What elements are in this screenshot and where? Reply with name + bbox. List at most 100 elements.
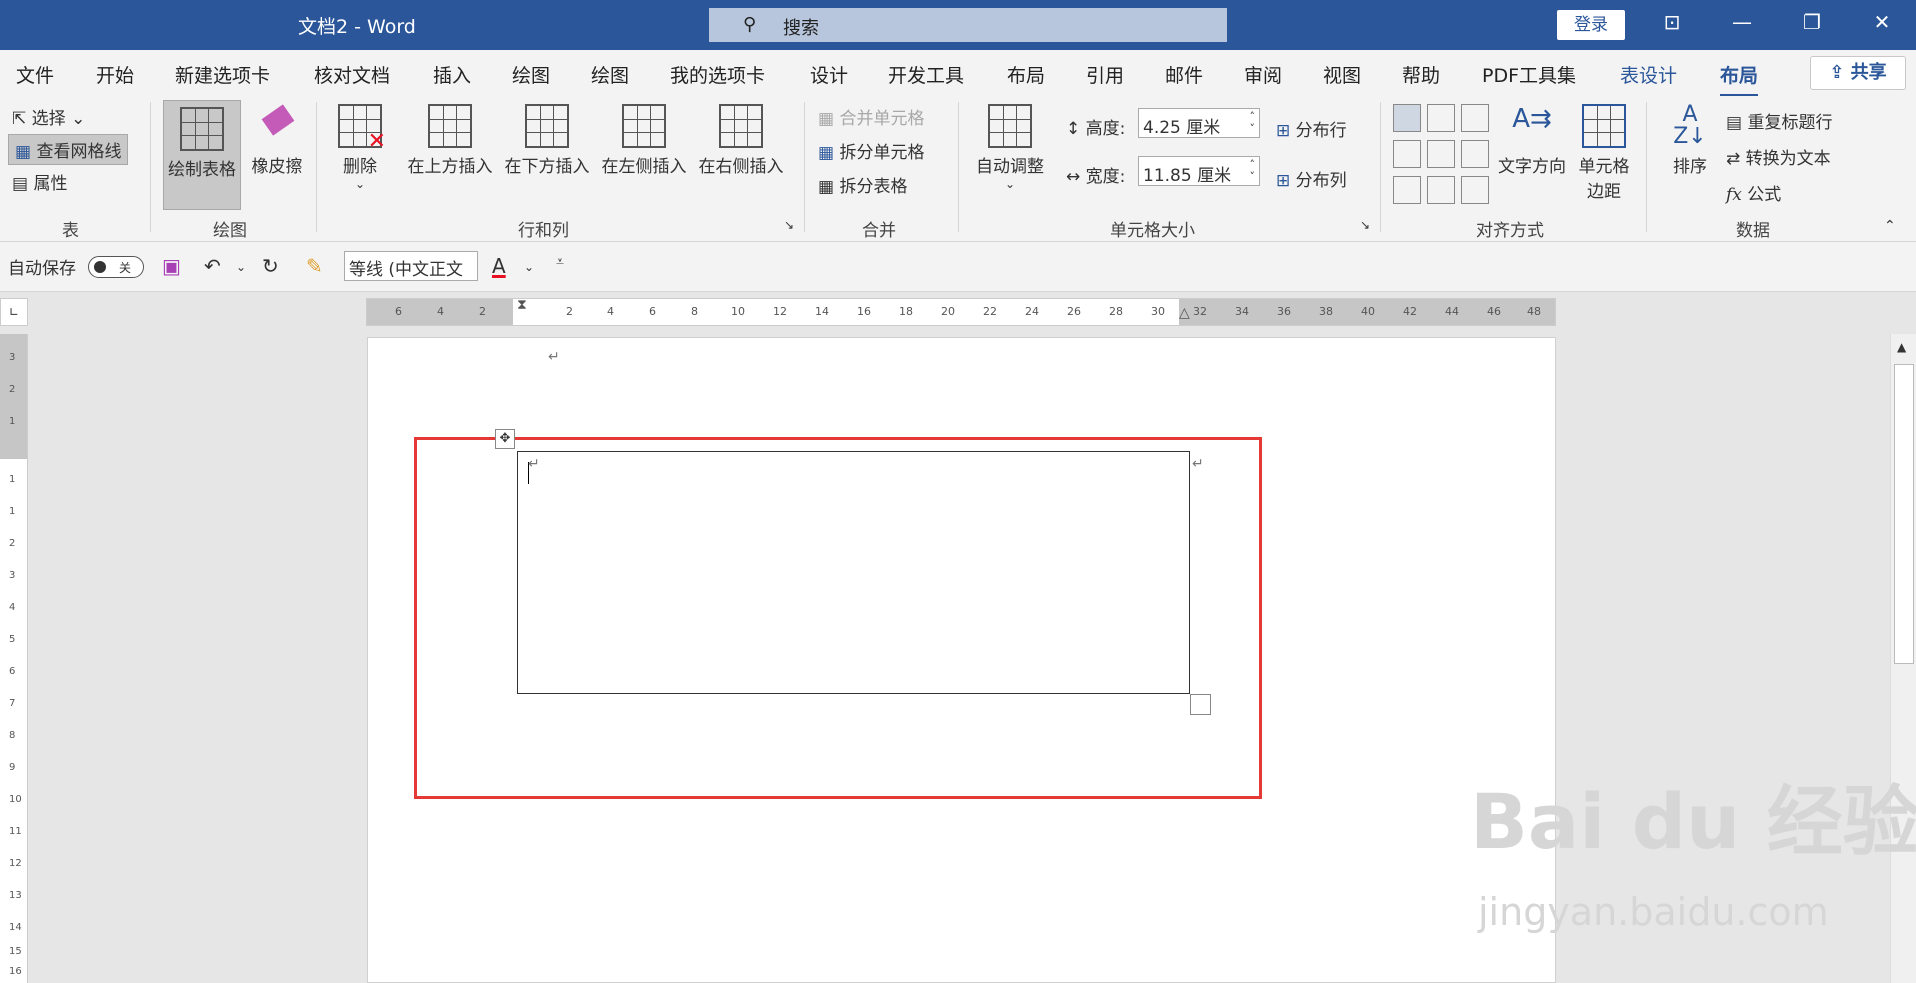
- align-bottom-left-icon[interactable]: [1393, 176, 1421, 204]
- align-top-center-icon[interactable]: [1427, 104, 1455, 132]
- spinner-icon[interactable]: ˄ ˅: [1250, 111, 1256, 135]
- save-icon[interactable]: ▣: [162, 254, 181, 278]
- group-label-cell-size: 单元格大小: [1110, 221, 1195, 241]
- width-input[interactable]: 11.85 厘米 ˄ ˅: [1138, 156, 1260, 186]
- text-direction-button[interactable]: A⇉ 文字方向: [1494, 104, 1570, 177]
- align-middle-left-icon[interactable]: [1393, 140, 1421, 168]
- document-table[interactable]: ↵: [517, 451, 1190, 694]
- login-button[interactable]: 登录: [1557, 10, 1625, 40]
- scroll-up-icon[interactable]: ▲: [1897, 340, 1906, 354]
- tab-home[interactable]: 开始: [96, 61, 134, 88]
- insert-below-button[interactable]: 在下方插入: [500, 104, 594, 177]
- window-title: 文档2 - Word: [298, 16, 416, 38]
- select-button[interactable]: ⇱ 选择 ⌄: [12, 104, 85, 129]
- tab-draw-1[interactable]: 绘图: [512, 61, 550, 88]
- chevron-down-icon[interactable]: ⌄: [524, 260, 534, 274]
- horizontal-ruler[interactable]: 6 4 2 2 4 6 8 10 12 14 16 18 20 22 24 26…: [366, 297, 1556, 326]
- align-bottom-right-icon[interactable]: [1461, 176, 1489, 204]
- insert-above-button[interactable]: 在上方插入: [403, 104, 497, 177]
- tab-help[interactable]: 帮助: [1402, 61, 1440, 88]
- convert-to-text-button[interactable]: ⇄ 转换为文本: [1726, 144, 1831, 169]
- ruler-tick: 48: [1527, 305, 1541, 318]
- tab-developer[interactable]: 开发工具: [888, 61, 964, 88]
- restore-icon[interactable]: ❐: [1792, 10, 1832, 34]
- redo-icon[interactable]: ↻: [262, 254, 279, 278]
- ruler-tick: 8: [9, 730, 16, 741]
- tab-references[interactable]: 引用: [1086, 61, 1124, 88]
- properties-button[interactable]: ▤ 属性: [12, 169, 67, 194]
- ruler-tick: 6: [9, 666, 16, 677]
- cell-end-mark: ↵: [528, 456, 540, 472]
- split-cells-button[interactable]: ▦ 拆分单元格: [818, 138, 924, 163]
- vertical-scrollbar[interactable]: ▲: [1890, 334, 1916, 983]
- format-painter-icon[interactable]: ✎: [306, 254, 323, 278]
- view-gridlines-button[interactable]: ▦ 查看网格线: [8, 134, 129, 165]
- insert-left-button[interactable]: 在左侧插入: [597, 104, 691, 177]
- draw-table-button[interactable]: 绘制表格: [163, 100, 241, 210]
- insert-left-icon: [622, 104, 666, 148]
- repeat-header-rows-button[interactable]: ▤ 重复标题行: [1726, 108, 1832, 133]
- align-middle-center-icon[interactable]: [1427, 140, 1455, 168]
- tab-new-tab[interactable]: 新建选项卡: [175, 61, 270, 88]
- tab-page-layout[interactable]: 布局: [1007, 61, 1045, 88]
- merge-cells-icon: ▦: [818, 109, 840, 129]
- search-box[interactable]: ⚲ 搜索: [709, 8, 1227, 42]
- delete-button[interactable]: ✕ 删除 ⌄: [330, 104, 390, 191]
- tab-pdf-tools[interactable]: PDF工具集: [1482, 61, 1576, 88]
- tab-insert[interactable]: 插入: [433, 61, 471, 88]
- tab-review[interactable]: 审阅: [1244, 61, 1282, 88]
- ruler-tick: 6: [395, 305, 402, 318]
- ruler-tick: 34: [1235, 305, 1249, 318]
- formula-icon: fx: [1726, 185, 1742, 205]
- distribute-columns-button[interactable]: ⊞ 分布列: [1276, 166, 1347, 191]
- ruler-tick: 5: [9, 634, 16, 645]
- sort-button[interactable]: A Z↓ 排序: [1660, 104, 1720, 178]
- close-icon[interactable]: ✕: [1862, 10, 1902, 34]
- share-button[interactable]: ⇪ 共享: [1810, 56, 1906, 90]
- font-name-select[interactable]: 等线 (中文正文: [344, 251, 478, 281]
- height-input[interactable]: 4.25 厘米 ˄ ˅: [1138, 108, 1260, 138]
- cell-margins-button[interactable]: 单元格 边距: [1572, 104, 1636, 202]
- formula-button[interactable]: fx 公式: [1726, 180, 1781, 205]
- tab-file[interactable]: 文件: [16, 61, 54, 88]
- tab-design[interactable]: 设计: [810, 61, 848, 88]
- merge-cells-button[interactable]: ▦ 合并单元格: [818, 104, 924, 129]
- align-top-left-icon[interactable]: [1393, 104, 1421, 132]
- tab-draw-2[interactable]: 绘图: [591, 61, 629, 88]
- tab-check-document[interactable]: 核对文档: [314, 61, 390, 88]
- insert-right-button[interactable]: 在右侧插入: [694, 104, 788, 177]
- ruler-tick: 16: [9, 966, 22, 977]
- collapse-ribbon-icon[interactable]: ⌃: [1884, 218, 1896, 234]
- spinner-icon[interactable]: ˄ ˅: [1250, 159, 1256, 183]
- right-indent-icon[interactable]: △: [1179, 305, 1190, 321]
- tab-view[interactable]: 视图: [1323, 61, 1361, 88]
- indent-marker-icon[interactable]: ⧗: [517, 297, 527, 313]
- search-placeholder: 搜索: [783, 18, 819, 39]
- scrollbar-thumb[interactable]: [1894, 364, 1914, 664]
- tab-table-layout[interactable]: 布局: [1720, 61, 1759, 97]
- tab-mailings[interactable]: 邮件: [1165, 61, 1203, 88]
- chevron-down-icon[interactable]: ⌄: [236, 260, 246, 274]
- distribute-rows-button[interactable]: ⊞ 分布行: [1276, 116, 1347, 141]
- tab-selector-icon[interactable]: ∟: [0, 298, 28, 326]
- align-middle-right-icon[interactable]: [1461, 140, 1489, 168]
- dialog-launcher-icon[interactable]: ↘: [1360, 218, 1370, 232]
- minimize-icon[interactable]: —: [1722, 10, 1762, 34]
- vertical-ruler[interactable]: 3 2 1 1 1 2 3 4 5 6 7 8 9 10 11 12 13 14…: [0, 334, 28, 983]
- eraser-button[interactable]: 橡皮擦: [244, 104, 310, 177]
- align-top-right-icon[interactable]: [1461, 104, 1489, 132]
- autosave-toggle[interactable]: 关: [88, 256, 144, 278]
- autofit-button[interactable]: 自动调整 ⌄: [970, 104, 1050, 191]
- dialog-launcher-icon[interactable]: ↘: [784, 218, 794, 232]
- table-resize-handle-icon[interactable]: [1190, 694, 1211, 715]
- ruler-tick: 14: [9, 922, 22, 933]
- tab-my-tab[interactable]: 我的选项卡: [670, 61, 765, 88]
- tab-table-design[interactable]: 表设计: [1620, 61, 1677, 88]
- ribbon-display-icon[interactable]: ⊡: [1652, 10, 1692, 34]
- split-table-button[interactable]: ▦ 拆分表格: [818, 172, 907, 197]
- undo-icon[interactable]: ↶: [204, 254, 221, 278]
- align-bottom-center-icon[interactable]: [1427, 176, 1455, 204]
- customize-toolbar-icon[interactable]: ⩡: [556, 254, 564, 270]
- font-color-icon[interactable]: A: [492, 254, 506, 278]
- table-move-handle-icon[interactable]: ✥: [495, 429, 515, 449]
